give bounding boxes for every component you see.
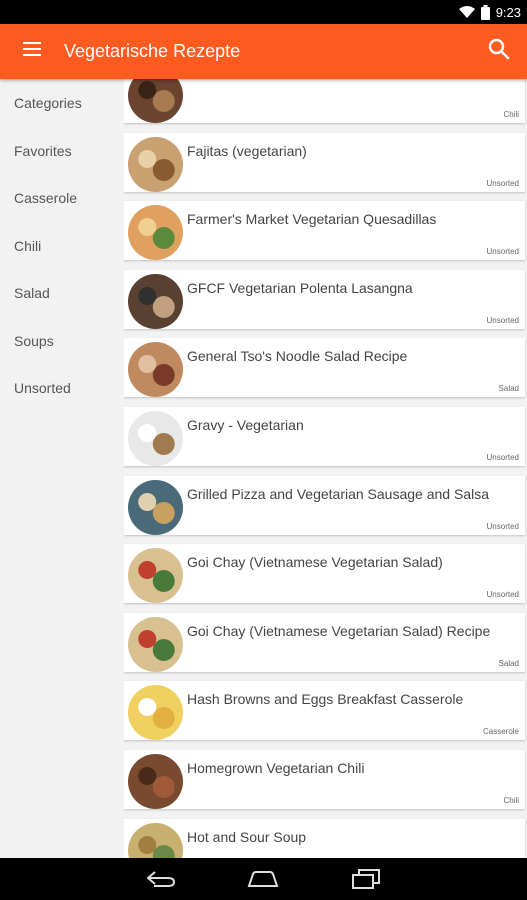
sidebar-item-chili[interactable]: Chili [0,222,122,270]
recipe-thumbnail [128,754,183,809]
recipe-card[interactable]: Goi Chay (Vietnamese Vegetarian Salad) Un… [124,544,525,604]
recipe-category: Salad [498,384,519,394]
recents-button[interactable] [346,864,386,894]
menu-button[interactable] [0,24,64,79]
recipe-thumbnail [128,273,183,329]
status-time: 9:23 [495,4,521,20]
sidebar-item-label: Soups [14,332,54,349]
status-bar: 9:23 [0,0,527,24]
recipe-thumbnail [128,479,183,535]
recipe-title: Homegrown Vegetarian Chili [187,760,365,776]
recipe-title: General Tso's Noodle Salad Recipe [187,348,408,365]
recipe-card[interactable]: Hot and Sour Soup [124,818,525,858]
navigation-bar [0,858,527,900]
back-button[interactable] [141,864,181,894]
sidebar-item-favorites[interactable]: Favorites [0,127,122,175]
recipe-thumbnail [128,548,183,604]
app-title: Vegetarische Rezepte [64,41,241,61]
recipe-card[interactable]: Gravy - Vegetarian Unsorted [124,407,525,466]
battery-icon [480,4,490,20]
recipe-title: Farmer's Market Vegetarian Quesadillas [187,211,437,228]
recipe-card[interactable]: Grilled Pizza and Vegetarian Sausage and… [124,475,525,535]
recipe-title: Goi Chay (Vietnamese Vegetarian Salad) R… [187,622,491,639]
sidebar-item-categories[interactable]: Categories [0,79,122,127]
recipe-thumbnail [128,79,183,123]
sidebar-item-label: Chili [14,237,42,254]
sidebar-item-label: Unsorted [14,380,71,397]
recipe-title: Grilled Pizza and Vegetarian Sausage and… [187,485,489,502]
sidebar-item-soups[interactable]: Soups [0,317,122,365]
search-button[interactable] [471,24,527,79]
recipe-card[interactable]: GFCF Vegetarian Polenta Lasangna Unsorted [124,269,525,329]
recipe-title: GFCF Vegetarian Polenta Lasangna [187,279,413,296]
recipe-category: Chili [503,796,519,805]
recipe-thumbnail [128,342,183,398]
sidebar-item-label: Salad [14,285,50,302]
recipe-title: Hash Browns and Eggs Breakfast Casserole [187,691,464,708]
recipe-thumbnail [128,616,183,672]
recipe-thumbnail [128,205,183,261]
recipe-category: Unsorted [486,590,519,600]
back-icon [146,871,176,887]
recipe-category: Unsorted [486,178,519,188]
sidebar-item-label: Casserole [14,190,78,207]
recipe-card[interactable]: Chili [124,79,525,123]
recipe-card[interactable]: Hash Browns and Eggs Breakfast Casserole… [124,681,525,741]
recipe-category: Casserole [482,727,519,737]
recipe-card[interactable]: Homegrown Vegetarian Chili Chili [124,750,525,809]
recipe-title: Fajitas (vegetarian) [187,142,307,159]
recipe-title: Gravy - Vegetarian [187,417,304,433]
recipe-category: Unsorted [486,315,519,325]
category-sidebar: Categories Favorites Casserole Chili Sal… [0,79,122,858]
recipe-thumbnail [128,685,183,741]
home-icon [248,871,279,887]
recipe-title: Hot and Sour Soup [187,828,307,845]
recipe-card[interactable]: Fajitas (vegetarian) Unsorted [124,132,525,192]
wifi-icon [458,5,475,19]
recents-icon [351,869,380,889]
recipe-list[interactable]: Chili Fajitas (vegetarian) Unsorted Farmer'… [124,79,527,858]
sidebar-item-casserole[interactable]: Casserole [0,175,122,223]
recipe-card[interactable]: Goi Chay (Vietnamese Vegetarian Salad) R… [124,612,525,672]
recipe-category: Salad [498,658,519,668]
recipe-category: Chili [503,110,519,119]
recipe-card[interactable]: General Tso's Noodle Salad Recipe Salad [124,338,525,398]
recipe-title: Goi Chay (Vietnamese Vegetarian Salad) [187,554,443,571]
sidebar-item-unsorted[interactable]: Unsorted [0,365,122,413]
search-icon [488,38,510,65]
recipe-category: Unsorted [486,521,519,531]
recipe-thumbnail [128,136,183,192]
recipe-category: Unsorted [486,247,519,257]
recipe-category: Unsorted [486,453,519,462]
sidebar-item-label: Favorites [14,142,72,159]
home-button[interactable] [243,864,283,894]
app-bar: Vegetarische Rezepte [0,24,527,79]
hamburger-icon [23,42,41,61]
recipe-thumbnail [128,411,183,466]
recipe-thumbnail [128,822,183,858]
recipe-card[interactable]: Farmer's Market Vegetarian Quesadillas Un… [124,201,525,261]
sidebar-item-salad[interactable]: Salad [0,270,122,318]
sidebar-item-label: Categories [14,95,82,111]
